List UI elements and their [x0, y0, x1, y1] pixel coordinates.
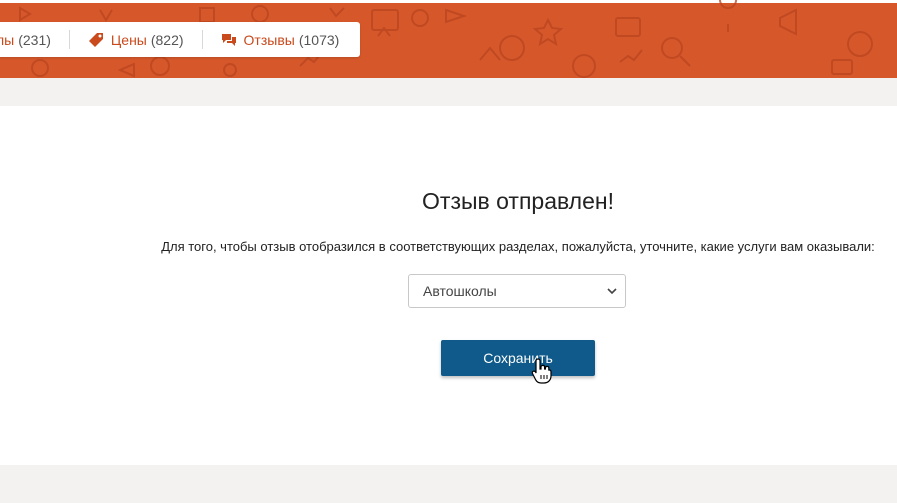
tab-reviews-count: (1073) [298, 31, 340, 48]
page-title: Отзыв отправлен! [422, 188, 614, 214]
service-select[interactable]: Автошколы [408, 274, 626, 308]
confirmation-card: Отзыв отправлен! Для того, чтобы отзыв о… [0, 106, 897, 465]
tab-prices[interactable]: Цены (822) [68, 30, 202, 49]
header-spacer [0, 78, 897, 106]
chat-bubbles-icon [221, 33, 236, 46]
chevron-down-icon [607, 288, 617, 295]
save-button[interactable]: Сохранить [441, 340, 595, 376]
instruction-text: Для того, чтобы отзыв отобразился в соот… [161, 239, 875, 254]
tab-schools-label: лы [0, 31, 15, 48]
header-banner: лы (231) Цены (822) Отзывы (1073) [0, 0, 897, 78]
hand-pointer-cursor-icon [531, 358, 552, 384]
tab-prices-count: (822) [150, 31, 184, 48]
tab-reviews[interactable]: Отзывы (1073) [201, 30, 358, 49]
tab-schools[interactable]: лы (231) [0, 22, 69, 57]
tab-prices-label: Цены [110, 31, 147, 48]
service-select-value: Автошколы [423, 283, 497, 299]
tab-reviews-label: Отзывы [243, 31, 295, 48]
tab-schools-count: (231) [18, 31, 51, 48]
price-tag-icon [88, 32, 103, 47]
category-tabs: лы (231) Цены (822) Отзывы (1073) [0, 22, 360, 57]
